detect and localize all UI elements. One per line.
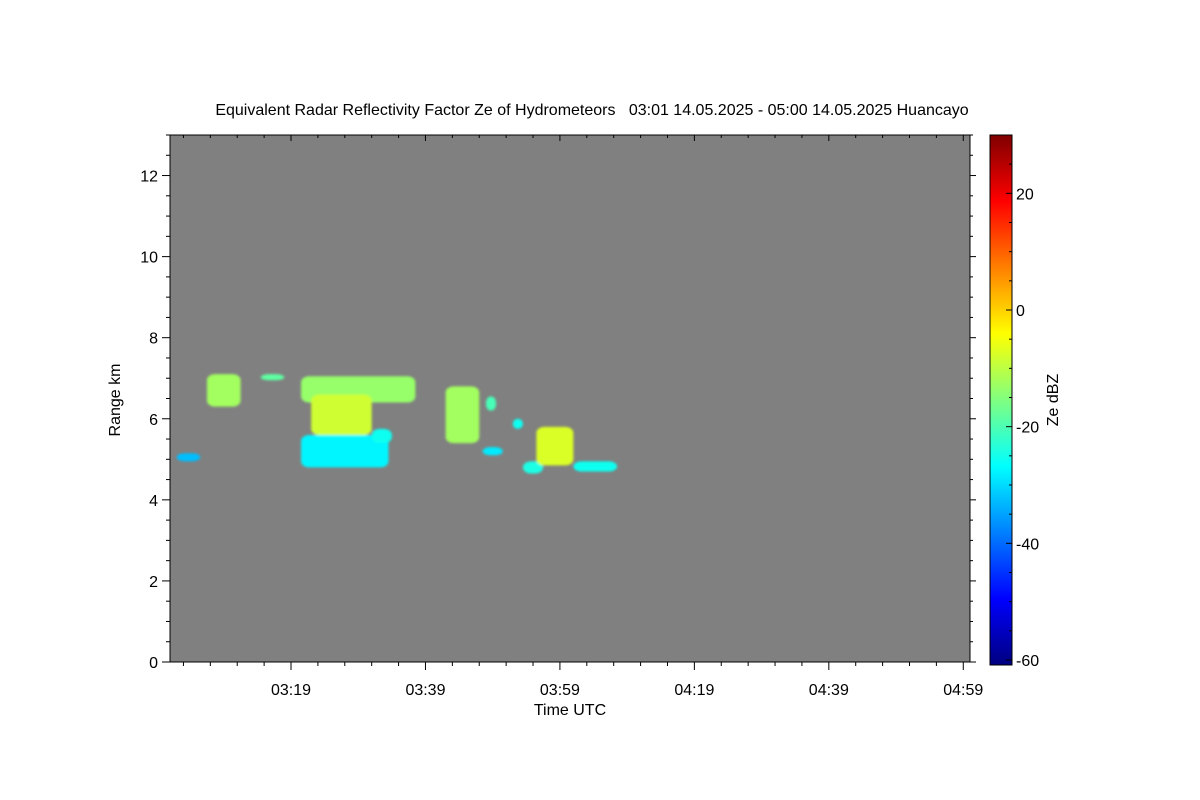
plot-background (170, 135, 970, 662)
echo-patch-4 (311, 394, 372, 435)
y-tick-label: 4 (149, 493, 158, 510)
colorbar-label: Ze dBZ (1045, 374, 1062, 427)
colorbar-tick-label: 20 (1016, 186, 1034, 203)
x-tick-label: 04:39 (809, 682, 849, 699)
echo-patch-6 (371, 428, 392, 444)
echo-patch-11 (512, 418, 523, 429)
echo-patch-14 (573, 461, 618, 472)
x-tick-label: 03:19 (271, 682, 311, 699)
echo-patch-7 (176, 453, 201, 462)
y-tick-label: 6 (149, 412, 158, 429)
x-tick-label: 03:39 (405, 682, 445, 699)
x-tick-label: 04:59 (943, 682, 983, 699)
y-tick-label: 2 (149, 574, 158, 591)
echo-patch-9 (485, 396, 497, 411)
colorbar-tick-label: 0 (1016, 303, 1025, 320)
colorbar-tick-label: -20 (1016, 420, 1039, 437)
x-tick-label: 04:19 (674, 682, 714, 699)
y-axis-label: Range km (107, 364, 124, 437)
colorbar (989, 134, 1013, 666)
y-tick-label: 8 (149, 331, 158, 348)
echo-patch-2 (260, 374, 285, 381)
echo-patch-8 (445, 386, 480, 444)
echo-patch-1 (206, 374, 241, 407)
y-tick-label: 0 (149, 655, 158, 672)
y-tick-label: 12 (140, 169, 158, 186)
colorbar-tick-label: -40 (1016, 536, 1039, 553)
echo-patch-13 (536, 426, 574, 466)
y-tick-label: 10 (140, 250, 158, 267)
colorbar-tick-label: -60 (1016, 653, 1039, 670)
x-tick-label: 03:59 (540, 682, 580, 699)
reflectivity-chart: Equivalent Radar Reflectivity Factor Ze … (107, 102, 1062, 719)
chart-title: Equivalent Radar Reflectivity Factor Ze … (215, 102, 968, 119)
echo-patch-10 (482, 447, 503, 456)
x-axis-label: Time UTC (534, 702, 606, 719)
